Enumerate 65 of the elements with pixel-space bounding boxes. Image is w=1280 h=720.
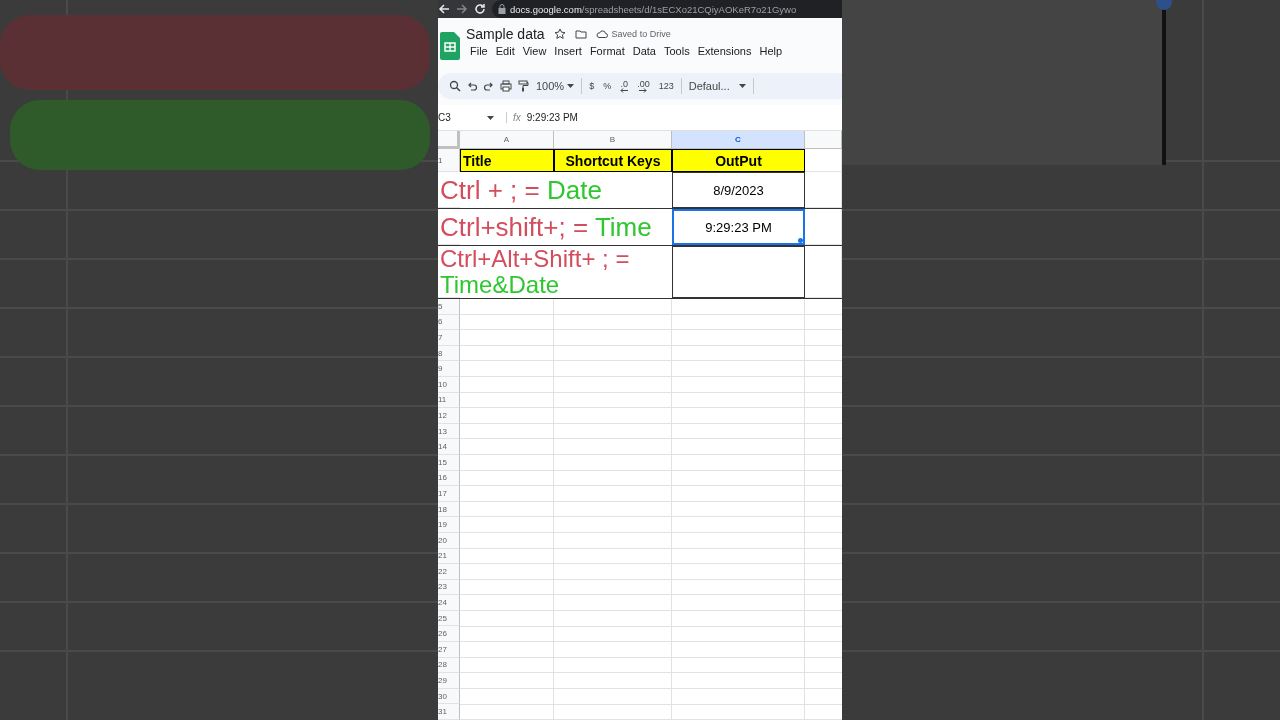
sheets-logo-icon[interactable] [440,32,460,60]
decrease-decimal-button[interactable]: .0 [618,79,631,93]
lock-icon [498,3,506,15]
print-icon[interactable] [500,80,512,92]
row-header[interactable]: 12 [438,408,460,424]
row-header[interactable]: 9 [438,361,460,377]
menu-item[interactable]: Help [755,45,787,57]
menu-item[interactable]: View [518,45,551,57]
row-header[interactable]: 7 [438,330,460,346]
reload-icon[interactable] [474,3,486,15]
row-header[interactable]: 22 [438,564,460,580]
row-header[interactable]: 1 [438,149,460,172]
fx-label: fx [506,112,521,123]
menu-item[interactable]: File [466,45,492,57]
row-header[interactable]: 5 [438,299,460,315]
row-header[interactable]: 29 [438,673,460,689]
menu-item[interactable]: Tools [659,45,694,57]
zoom-dropdown[interactable]: 100% [534,76,577,96]
cloud-icon[interactable] [595,28,608,40]
caret-icon [567,84,575,88]
row-header[interactable]: 14 [438,439,460,455]
url-text: docs.google.com/spreadsheets/d/1sECXo21CQiyAOKeR7o21Gywo [510,3,797,15]
redo-icon[interactable] [483,80,495,92]
table-cell[interactable]: Shortcut Keys [554,149,672,172]
row-header[interactable]: 26 [438,626,460,643]
table-cell[interactable]: OutPut [672,149,805,172]
table-cell[interactable] [672,246,805,298]
menu-item[interactable]: Format [585,45,629,57]
folder-icon[interactable] [574,28,587,40]
save-status: Saved to Drive [611,29,671,39]
paint-format-icon[interactable] [517,80,529,92]
row-header[interactable]: 19 [438,517,460,533]
shortcut-text: Ctrl+Alt+Shift+ ; = Time&Date [440,245,631,298]
forward-icon[interactable] [456,3,468,15]
caret-icon [487,115,494,120]
document-title[interactable]: Sample data [466,26,545,42]
formula-field[interactable]: 9:29:23 PM [526,112,578,123]
percent-button[interactable]: % [601,76,614,96]
menu-item[interactable]: Edit [491,45,519,57]
table-cell[interactable]: 9:29:23 PM [672,209,805,245]
shortcut-text: Ctrl + ; = Date [440,174,602,205]
table-cell[interactable]: Title [460,149,554,172]
arrow-icon [639,87,648,93]
menu-item[interactable]: Insert [550,45,586,57]
row-header[interactable]: 31 [438,704,460,720]
shortcut-text: Ctrl+shift+; = Time [440,211,652,242]
back-icon[interactable] [438,3,450,15]
search-icon[interactable] [449,80,461,92]
table-cell[interactable]: 8/9/2023 [672,172,805,208]
address-bar[interactable]: docs.google.com/spreadsheets/d/1sECXo21CQiyAOKeR7o21Gywo [492,0,842,18]
number-format-button[interactable]: 123 [656,76,676,96]
menu-item[interactable]: Extensions [693,45,756,57]
caret-icon [738,84,746,88]
font-dropdown[interactable]: Defaul... [686,76,748,96]
arrow-icon [620,87,629,93]
currency-button[interactable]: $ [587,76,597,96]
star-icon[interactable] [553,28,566,40]
name-box[interactable]: C3 [438,112,500,123]
column-header[interactable]: C [672,131,805,149]
menu-item[interactable]: Data [628,45,660,57]
row-header[interactable]: 27 [438,642,460,658]
increase-decimal-button[interactable]: .00 [635,79,652,93]
row-header[interactable]: 24 [438,595,460,611]
row-header[interactable]: 17 [438,486,460,502]
undo-icon[interactable] [466,80,478,92]
